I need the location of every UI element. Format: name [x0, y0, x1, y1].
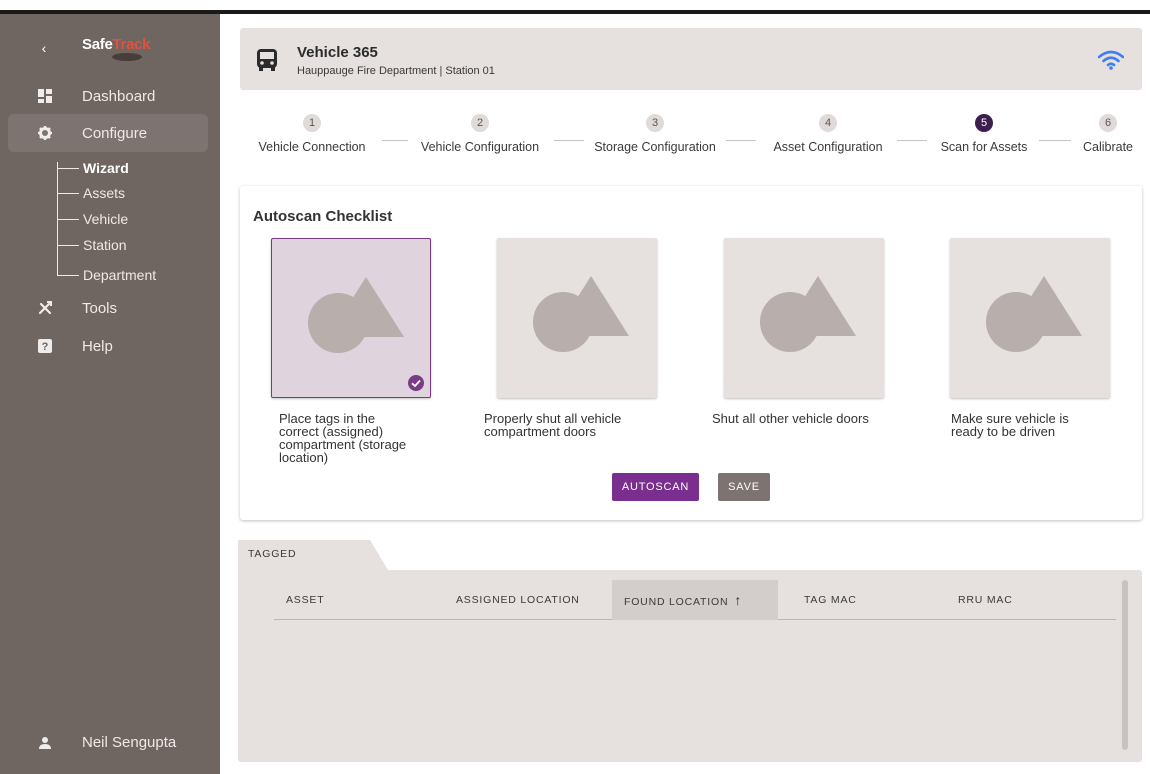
- subitem-label: Station: [83, 237, 127, 253]
- step-number: 2: [471, 114, 489, 132]
- sidebar-subitem-station[interactable]: Station: [57, 234, 207, 256]
- sidebar-item-configure[interactable]: Configure: [8, 114, 208, 152]
- image-placeholder-icon: [308, 277, 404, 353]
- sidebar-subitem-assets[interactable]: Assets: [57, 182, 207, 204]
- vehicle-title: Vehicle 365: [297, 44, 378, 61]
- table-header: ASSET ASSIGNED LOCATION FOUND LOCATION ↑ …: [274, 580, 1116, 620]
- logo-swoosh: [112, 53, 142, 61]
- vehicle-header: Vehicle 365 Hauppauge Fire Department | …: [240, 28, 1142, 90]
- table-scrollbar[interactable]: [1122, 580, 1128, 750]
- autoscan-button[interactable]: AUTOSCAN: [612, 473, 699, 501]
- step-label: Calibrate: [1082, 140, 1134, 154]
- checklist-caption: Shut all other vehicle doors: [712, 411, 869, 426]
- step-number: 4: [819, 114, 837, 132]
- step-label: Scan for Assets: [940, 140, 1028, 154]
- wifi-icon[interactable]: [1098, 50, 1124, 70]
- step-number: 1: [303, 114, 321, 132]
- column-header-asset[interactable]: ASSET: [286, 580, 324, 620]
- sidebar-item-dashboard[interactable]: Dashboard: [0, 77, 220, 115]
- user-icon: [39, 737, 51, 749]
- sidebar-subitem-wizard[interactable]: Wizard: [57, 157, 207, 179]
- step-connector: [897, 140, 927, 141]
- column-header-found-location[interactable]: FOUND LOCATION ↑: [612, 580, 778, 620]
- gear-icon: [38, 126, 52, 140]
- image-placeholder-icon: [986, 276, 1082, 352]
- step-vehicle-connection[interactable]: 1 Vehicle Connection: [228, 114, 396, 154]
- logo-text-safe: Safe: [82, 36, 113, 53]
- column-header-label: FOUND LOCATION: [624, 596, 729, 608]
- logo-text-track: Track: [112, 36, 151, 53]
- tab-tagged[interactable]: TAGGED: [238, 540, 388, 570]
- help-icon: ?: [38, 339, 52, 353]
- tree-tick: [57, 193, 79, 194]
- sidebar-item-tools[interactable]: Tools: [0, 289, 220, 327]
- step-number: 6: [1099, 114, 1117, 132]
- column-header-tag-mac[interactable]: TAG MAC: [804, 580, 857, 620]
- step-asset-configuration[interactable]: 4 Asset Configuration: [756, 114, 900, 154]
- subitem-label: Vehicle: [83, 211, 129, 227]
- sidebar-item-help[interactable]: ? Help: [0, 327, 220, 365]
- sidebar-item-label: Dashboard: [82, 87, 156, 105]
- tree-tick: [57, 275, 79, 276]
- wizard-stepper: 1 Vehicle Connection 2 Vehicle Configura…: [220, 114, 1150, 164]
- tagged-table: ASSET ASSIGNED LOCATION FOUND LOCATION ↑ …: [238, 570, 1142, 762]
- tree-tick: [57, 168, 79, 169]
- step-scan-for-assets[interactable]: 5 Scan for Assets: [926, 114, 1042, 154]
- dashboard-icon: [38, 89, 52, 103]
- save-button[interactable]: SAVE: [718, 473, 770, 501]
- sidebar-item-label: Configure: [82, 124, 148, 142]
- svg-text:?: ?: [42, 341, 49, 353]
- checklist-caption: Properly shut all vehicle compartment do…: [484, 411, 622, 439]
- column-header-assigned-location[interactable]: ASSIGNED LOCATION: [456, 580, 580, 620]
- column-header-rru-mac[interactable]: RRU MAC: [958, 580, 1013, 620]
- sidebar: ‹ SafeTrack Dashboard Configure Wizard A…: [0, 14, 220, 774]
- checklist-tile-ready-to-drive[interactable]: [950, 238, 1110, 398]
- autoscan-checklist-card: Autoscan Checklist Place tags in the cor…: [240, 186, 1142, 520]
- user-name: Neil Sengupta: [82, 734, 177, 751]
- step-number: 5: [975, 114, 993, 132]
- image-placeholder-icon: [760, 276, 856, 352]
- step-connector: [726, 140, 756, 141]
- vehicle-subtitle: Hauppauge Fire Department | Station 01: [297, 65, 495, 77]
- step-vehicle-configuration[interactable]: 2 Vehicle Configuration: [404, 114, 556, 154]
- tree-tick: [57, 219, 79, 220]
- step-connector: [1039, 140, 1071, 141]
- tree-tick: [57, 245, 79, 246]
- sidebar-item-label: Help: [82, 337, 113, 355]
- safetrack-logo: SafeTrack: [82, 36, 151, 53]
- tools-icon: [38, 301, 52, 315]
- sidebar-subitem-department[interactable]: Department: [57, 264, 207, 286]
- subitem-label: Wizard: [83, 160, 129, 176]
- step-calibrate[interactable]: 6 Calibrate: [1068, 114, 1148, 154]
- tab-label: TAGGED: [248, 548, 297, 560]
- current-user[interactable]: Neil Sengupta: [0, 730, 220, 760]
- step-label: Vehicle Configuration: [420, 140, 540, 154]
- step-label: Vehicle Connection: [258, 140, 366, 154]
- checklist-caption: Make sure vehicle is ready to be driven: [951, 411, 1069, 439]
- checklist-tile-place-tags[interactable]: [271, 238, 431, 398]
- collapse-sidebar-button[interactable]: ‹: [36, 40, 52, 56]
- check-circle-icon: [408, 375, 424, 391]
- checklist-tile-shut-compartments[interactable]: [497, 238, 657, 398]
- checklist-caption: Place tags in the correct (assigned) com…: [279, 411, 407, 465]
- sidebar-subitem-vehicle[interactable]: Vehicle: [57, 208, 207, 230]
- subitem-label: Department: [83, 267, 157, 283]
- checklist-tile-shut-doors[interactable]: [724, 238, 884, 398]
- top-edge: [0, 0, 1150, 14]
- bus-icon: [257, 49, 277, 71]
- step-label: Storage Configuration: [594, 140, 716, 154]
- sort-ascending-icon: ↑: [734, 592, 743, 608]
- sidebar-item-label: Tools: [82, 299, 118, 317]
- step-storage-configuration[interactable]: 3 Storage Configuration: [580, 114, 730, 154]
- image-placeholder-icon: [533, 276, 629, 352]
- step-label: Asset Configuration: [773, 140, 883, 154]
- step-number: 3: [646, 114, 664, 132]
- subitem-label: Assets: [83, 185, 126, 201]
- sidebar-header: ‹ SafeTrack: [0, 34, 220, 64]
- checklist-title: Autoscan Checklist: [253, 208, 393, 225]
